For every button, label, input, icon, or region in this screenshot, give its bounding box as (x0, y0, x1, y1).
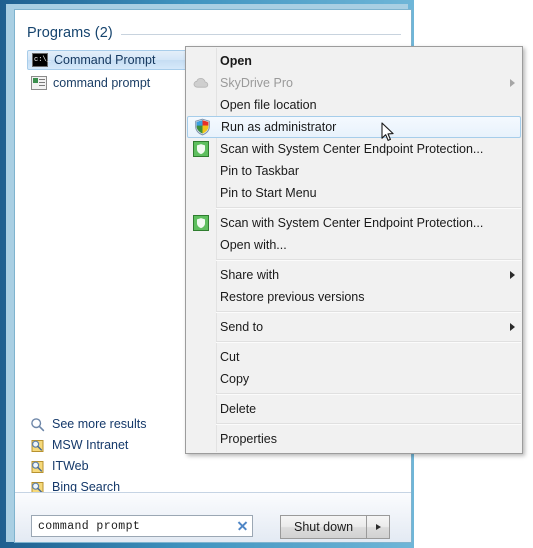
menu-separator (216, 423, 521, 425)
menu-item-icon-slot (186, 141, 216, 157)
link-itweb[interactable]: ITWeb (27, 456, 92, 476)
menu-item-run-as-administrator[interactable]: Run as administrator (187, 116, 521, 138)
menu-separator (216, 259, 521, 261)
link-see-more-results[interactable]: See more results (27, 414, 149, 434)
shutdown-group: Shut down (280, 515, 391, 539)
menu-item-icon-slot (186, 76, 216, 90)
link-msw-intranet[interactable]: MSW Intranet (27, 435, 131, 455)
menu-separator (216, 393, 521, 395)
submenu-chevron-icon (502, 271, 522, 279)
link-label: ITWeb (52, 459, 89, 473)
menu-item-label: Pin to Start Menu (220, 186, 317, 200)
menu-item-icon-slot (188, 118, 217, 136)
menu-item-open-file-location[interactable]: Open file location (186, 94, 522, 116)
result-item-label: command prompt (53, 76, 151, 90)
uac-shield-icon (194, 118, 211, 136)
menu-item-send-to[interactable]: Send to (186, 316, 522, 338)
menu-item-label: Open file location (220, 98, 317, 112)
web-search-icon (30, 438, 45, 453)
menu-item-label: Run as administrator (221, 120, 337, 134)
menu-item-copy[interactable]: Copy (186, 368, 522, 390)
menu-item-label: Share with (220, 268, 280, 282)
cloud-icon (193, 76, 210, 90)
context-menu: Open SkyDrive Pro Open file location Run… (185, 46, 523, 454)
shutdown-options-button[interactable] (366, 515, 391, 539)
menu-item-label: Pin to Taskbar (220, 164, 299, 178)
menu-item-label: Properties (220, 432, 277, 446)
menu-separator (216, 311, 521, 313)
web-search-icon (30, 459, 45, 474)
link-label: See more results (52, 417, 147, 431)
green-shield-icon (193, 215, 209, 231)
chevron-right-icon (375, 524, 381, 530)
submenu-chevron-icon (502, 323, 522, 331)
shutdown-button-label: Shut down (294, 520, 354, 534)
menu-item-label: Scan with System Center Endpoint Protect… (220, 216, 484, 230)
menu-item-pin-to-taskbar[interactable]: Pin to Taskbar (186, 160, 522, 182)
menu-item-scan-endpoint-protection-2[interactable]: Scan with System Center Endpoint Protect… (186, 212, 522, 234)
text-document-icon (31, 76, 47, 90)
menu-item-label: Delete (220, 402, 257, 416)
menu-item-label: Send to (220, 320, 264, 334)
result-item-command-prompt-doc[interactable]: command prompt (27, 73, 154, 93)
programs-group-label: Programs (2) (27, 25, 113, 41)
menu-item-label: Cut (220, 350, 240, 364)
menu-item-label: Scan with System Center Endpoint Protect… (220, 142, 484, 156)
menu-item-pin-to-start-menu[interactable]: Pin to Start Menu (186, 182, 522, 204)
menu-item-open[interactable]: Open (186, 50, 522, 72)
clear-x-icon[interactable] (236, 520, 248, 532)
menu-item-cut[interactable]: Cut (186, 346, 522, 368)
menu-item-label: Open (220, 54, 252, 68)
group-header-divider (120, 34, 401, 35)
shutdown-button[interactable]: Shut down (280, 515, 367, 539)
menu-item-label: SkyDrive Pro (220, 76, 293, 90)
link-label: MSW Intranet (52, 438, 129, 452)
result-item-label: Command Prompt (54, 53, 156, 67)
menu-item-open-with[interactable]: Open with... (186, 234, 522, 256)
menu-item-label: Copy (220, 372, 250, 386)
menu-item-skydrive-pro[interactable]: SkyDrive Pro (186, 72, 522, 94)
command-prompt-icon (32, 53, 51, 67)
menu-item-delete[interactable]: Delete (186, 398, 522, 420)
menu-item-properties[interactable]: Properties (186, 428, 522, 450)
programs-group-header: Programs (2) (27, 22, 401, 44)
search-input-value: command prompt (38, 519, 141, 533)
submenu-chevron-icon (502, 79, 522, 87)
menu-item-scan-endpoint-protection-1[interactable]: Scan with System Center Endpoint Protect… (186, 138, 522, 160)
menu-item-share-with[interactable]: Share with (186, 264, 522, 286)
menu-item-icon-slot (186, 215, 216, 231)
menu-item-restore-previous-versions[interactable]: Restore previous versions (186, 286, 522, 308)
screen: Programs (2) Command Prompt command prom… (0, 0, 533, 548)
search-input[interactable]: command prompt (31, 515, 253, 537)
menu-separator (216, 341, 521, 343)
green-shield-icon (193, 141, 209, 157)
menu-item-label: Restore previous versions (220, 290, 365, 304)
menu-item-label: Open with... (220, 238, 287, 252)
menu-separator (216, 207, 521, 209)
magnifier-icon (30, 417, 45, 432)
